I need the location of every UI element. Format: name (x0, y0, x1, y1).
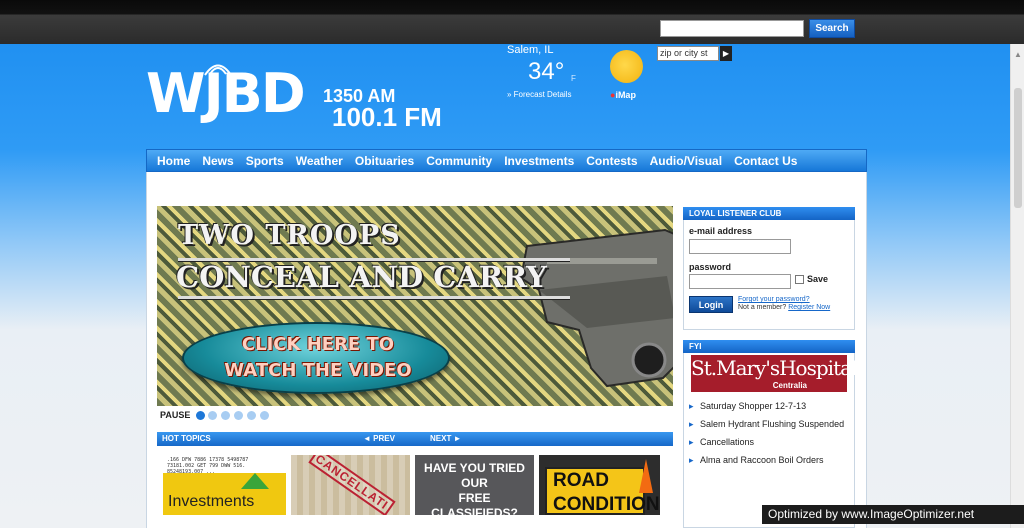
banner-title-line1: TWO TROOPS (178, 220, 401, 251)
forgot-password-link[interactable]: Forgot your password? (738, 296, 810, 303)
arrow-up-icon (241, 473, 269, 489)
nav-item-sports[interactable]: Sports (246, 154, 284, 168)
weather-city: Salem, IL (507, 44, 554, 56)
zip-input[interactable]: zip or city st (657, 46, 719, 61)
weather-temperature: 34° (528, 58, 565, 85)
zip-go-button[interactable]: ▶ (720, 46, 732, 61)
login-button[interactable]: Login (689, 296, 733, 313)
thumb-investments[interactable]: .166 DFW 7886 17378 5498787 73181.002 GE… (163, 455, 286, 515)
weather-unit: F (571, 74, 576, 83)
thumb-classifieds[interactable]: HAVE YOU TRIED OUR FREE CLASSIFIEDS? (415, 455, 534, 515)
page-scrollbar[interactable]: ▲ (1010, 44, 1024, 528)
listener-club-header: LOYAL LISTENER CLUB (683, 207, 855, 220)
watch-video-label[interactable]: CLICK HERE TO WATCH THE VIDEO (212, 332, 424, 384)
fyi-item-boil-orders[interactable]: Alma and Raccoon Boil Orders (689, 455, 849, 465)
email-field[interactable] (689, 239, 791, 254)
slide-dot-6[interactable] (260, 411, 269, 420)
scroll-up-icon[interactable]: ▲ (1014, 50, 1022, 59)
fyi-header: FYI (683, 340, 855, 353)
traffic-cone-icon (639, 459, 653, 493)
not-member-text: Not a member? Register Now (738, 304, 830, 311)
main-nav: Home News Sports Weather Obituaries Comm… (146, 149, 867, 172)
thumb-cancellations[interactable]: CANCELLATI (291, 455, 410, 515)
thumb-road-conditions[interactable]: ROAD CONDITIONS (539, 455, 660, 515)
nav-item-contact-us[interactable]: Contact Us (734, 154, 797, 168)
hospital-location: Centralia (772, 381, 807, 390)
optimizer-watermark: Optimized by www.ImageOptimizer.net (762, 505, 1024, 524)
hot-topics-bar: HOT TOPICS ◄ PREV NEXT ► (157, 432, 673, 446)
fyi-item-hydrant-flushing[interactable]: Salem Hydrant Flushing Suspended (689, 419, 849, 429)
classifieds-line3: CLASSIFIEDS? (431, 506, 518, 515)
nav-item-contests[interactable]: Contests (586, 154, 637, 168)
fyi-item-cancellations[interactable]: Cancellations (689, 437, 849, 447)
cta-line2: WATCH THE VIDEO (224, 360, 412, 381)
hot-topics-title: HOT TOPICS (162, 434, 211, 443)
register-link[interactable]: Register Now (788, 304, 830, 311)
road-sign-line2: CONDITIONS (553, 494, 660, 515)
email-label: e-mail address (689, 226, 753, 236)
nav-item-investments[interactable]: Investments (504, 154, 574, 168)
banner-title-line2: CONCEAL AND CARRY (176, 260, 547, 294)
search-button[interactable]: Search (809, 19, 855, 38)
save-checkbox[interactable] (795, 275, 804, 284)
imap-label: iMap (615, 90, 636, 100)
nav-item-weather[interactable]: Weather (296, 154, 343, 168)
thumb-classifieds-text: HAVE YOU TRIED OUR FREE CLASSIFIEDS? (415, 461, 534, 515)
hospital-name: St.Mary'sHospital (691, 356, 857, 380)
forecast-details-link[interactable]: » Forecast Details (507, 90, 571, 99)
password-field[interactable] (689, 274, 791, 289)
top-bar (0, 0, 1024, 44)
cta-line1: CLICK HERE TO (241, 334, 395, 355)
password-label: password (689, 262, 732, 272)
broadcast-waves-icon (204, 64, 232, 76)
thumb-investments-label: Investments (168, 493, 255, 510)
fyi-item-saturday-shopper[interactable]: Saturday Shopper 12-7-13 (689, 401, 849, 411)
nav-item-community[interactable]: Community (426, 154, 492, 168)
imap-link[interactable]: ●iMap (610, 90, 636, 100)
not-member-label: Not a member? (738, 304, 787, 311)
slide-dot-3[interactable] (221, 411, 230, 420)
slide-dot-4[interactable] (234, 411, 243, 420)
nav-item-audio-visual[interactable]: Audio/Visual (650, 154, 722, 168)
nav-item-news[interactable]: News (202, 154, 233, 168)
slide-dot-5[interactable] (247, 411, 256, 420)
classifieds-line2: FREE (458, 491, 491, 505)
scroll-thumb[interactable] (1014, 88, 1022, 208)
logo-fm-frequency: 100.1 FM (332, 102, 442, 132)
nav-item-home[interactable]: Home (157, 154, 190, 168)
cancelled-stamp: CANCELLATI (308, 455, 396, 515)
hot-topics-prev[interactable]: ◄ PREV (363, 434, 395, 443)
banner-divider (178, 296, 570, 299)
slide-dot-1[interactable] (196, 411, 205, 420)
sun-icon (610, 50, 643, 83)
slide-dot-2[interactable] (208, 411, 217, 420)
fyi-list: Saturday Shopper 12-7-13 Salem Hydrant F… (689, 401, 849, 473)
hot-topics-next[interactable]: NEXT ► (430, 434, 461, 443)
nav-item-obituaries[interactable]: Obituaries (355, 154, 414, 168)
classifieds-line1: HAVE YOU TRIED OUR (424, 461, 525, 490)
hospital-sponsor-logo[interactable]: St.Mary'sHospital Centralia (691, 355, 857, 392)
search-input[interactable] (660, 20, 804, 37)
slideshow-pause-button[interactable]: PAUSE (160, 410, 190, 420)
handgun-image (519, 228, 673, 388)
save-label: Save (807, 274, 829, 284)
